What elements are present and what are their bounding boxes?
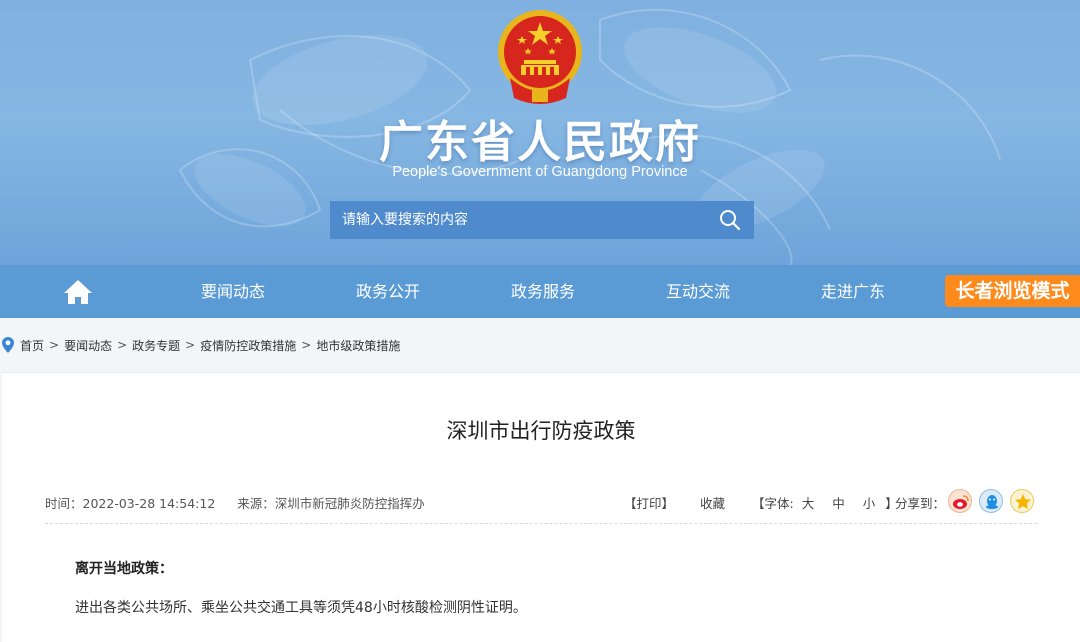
breadcrumb-separator: > [185,338,196,352]
font-size-small[interactable]: 小 [863,496,876,511]
breadcrumb-city-policy[interactable]: 地市级政策措施 [316,337,400,354]
source-value: 深圳市新冠肺炎防控指挥办 [274,496,425,511]
share-label: 分享到： [895,496,946,511]
site-title: 广东省人民政府 [379,117,701,168]
main-nav: 要闻动态 政务公开 政务服务 互动交流 走进广东 [0,265,1080,318]
font-size-large[interactable]: 大 [802,496,815,511]
article-meta: 时间：2022-03-28 14:54:12 来源：深圳市新冠肺炎防控指挥办 [45,493,443,512]
nav-item-gov-services[interactable]: 政务服务 [511,265,575,318]
search-button[interactable] [706,201,754,239]
national-emblem [498,10,582,104]
qzone-icon[interactable] [1010,489,1034,513]
breadcrumb-epidemic-policy[interactable]: 疫情防控政策措施 [200,337,296,354]
font-size-medium[interactable]: 中 [832,496,845,511]
search-box [330,201,754,239]
breadcrumb-separator: > [117,338,128,352]
print-link[interactable]: 【打印】 [624,493,674,512]
breadcrumb-separator: > [49,338,60,352]
section-heading: 离开当地政策： [75,561,173,577]
font-size-label: 【字体: [752,496,794,511]
article-title: 深圳市出行防疫政策 [446,419,636,443]
header-banner: 广东省人民政府 People's Government of Guangdong… [0,0,1080,265]
article-paragraph: 进出各类公共场所、乘坐公共交通工具等须凭48小时核酸检测阴性证明。 [75,600,527,616]
breadcrumb-separator: > [301,338,312,352]
source-label: 来源： [237,496,275,511]
time-label: 时间： [45,496,83,511]
nav-item-interaction[interactable]: 互动交流 [666,265,730,318]
breadcrumb: 首页 > 要闻动态 > 政务专题 > 疫情防控政策措施 > 地市级政策措施 [0,330,400,360]
breadcrumb-news[interactable]: 要闻动态 [64,337,112,354]
nav-item-news[interactable]: 要闻动态 [201,265,265,318]
elder-mode-button[interactable]: 长者浏览模式 [945,275,1080,307]
meta-divider [45,523,1037,524]
breadcrumb-topics[interactable]: 政务专题 [132,337,180,354]
publish-time: 时间：2022-03-28 14:54:12 [45,496,215,511]
nav-item-about-guangdong[interactable]: 走进广东 [821,265,885,318]
favorite-link[interactable]: 收藏 [700,493,725,512]
weibo-icon[interactable] [948,489,972,513]
article-source: 来源：深圳市新冠肺炎防控指挥办 [237,496,425,511]
time-value: 2022-03-28 14:54:12 [82,496,216,511]
search-input[interactable] [330,201,706,239]
breadcrumb-home[interactable]: 首页 [20,337,44,354]
font-size-control: 【字体: 大 中 小 】 [752,493,898,512]
location-pin-icon [2,337,14,353]
site-subtitle: People's Government of Guangdong Provinc… [392,164,688,180]
nav-item-gov-affairs-open[interactable]: 政务公开 [356,265,420,318]
article-panel: 深圳市出行防疫政策 时间：2022-03-28 14:54:12 来源：深圳市新… [2,372,1080,642]
nav-home-button[interactable] [60,277,96,307]
home-icon [64,280,92,304]
qq-icon[interactable] [979,489,1003,513]
search-icon [720,210,741,231]
